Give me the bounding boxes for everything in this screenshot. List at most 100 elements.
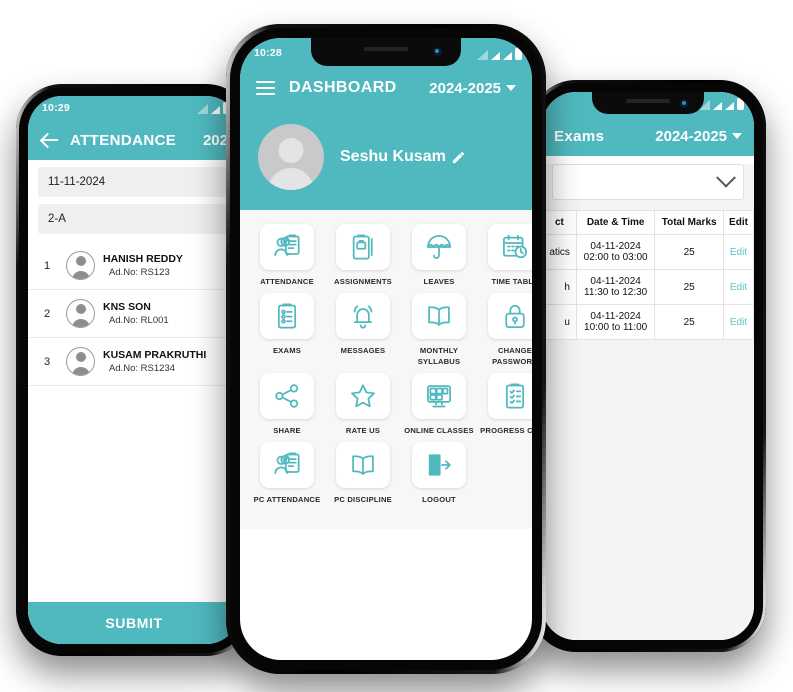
left-year-selector[interactable]: 202: [203, 132, 228, 149]
student-avatar-icon: [66, 347, 95, 376]
chevron-down-icon: [716, 167, 736, 188]
right-app-bar: Exams 2024-2025: [542, 116, 754, 156]
center-phone-notch: [311, 38, 461, 66]
student-admission-no: Ad.No: RL001: [109, 314, 169, 326]
student-row[interactable]: 2 KNS SON Ad.No: RL001: [28, 290, 240, 338]
center-status-icons: [477, 46, 522, 60]
dashboard-tile-logout[interactable]: LOGOUT: [404, 442, 474, 505]
student-row[interactable]: 1 HANISH REDDY Ad.No: RS123: [28, 242, 240, 290]
left-page-title: ATTENDANCE: [70, 131, 177, 149]
camera-icon: [679, 98, 690, 109]
dashboard-tile-share[interactable]: SHARE: [252, 372, 322, 436]
class-field[interactable]: 2-A: [38, 204, 230, 234]
checklist-icon: [260, 293, 314, 340]
table-row: atics 04-11-2024 02:00 to 03:00 25 Edit: [542, 234, 754, 270]
dashboard-tile-pc-discipline[interactable]: PC DISCIPLINE: [328, 442, 398, 505]
exam-datetime: 04-11-2024 11:30 to 12:30: [575, 269, 656, 305]
center-status-time: 10:28: [254, 47, 282, 59]
left-phone-screen: 10:29 ATTENDANCE 202 11-11-2024 2-A 1 HA…: [28, 96, 240, 644]
dashboard-tile-pc-attendance[interactable]: PC ATTENDANCE: [252, 442, 322, 505]
student-list: 1 HANISH REDDY Ad.No: RS123 2 KNS SON Ad.No: …: [28, 242, 240, 386]
dashboard-tile-messages[interactable]: MESSAGES: [328, 293, 398, 367]
table-header-row: ct Date & Time Total Marks Edit: [542, 210, 754, 235]
right-content: ct Date & Time Total Marks Edit atics 04-11-…: [542, 164, 754, 640]
table-header-cell: Edit: [722, 210, 754, 235]
dashboard-tile-label: SHARE: [273, 425, 301, 435]
exam-total-marks: 25: [654, 234, 724, 270]
student-index: 1: [43, 259, 51, 272]
student-name: HANISH REDDY: [103, 253, 183, 266]
profile-row: Seshu Kusam: [240, 110, 532, 210]
date-field[interactable]: 11-11-2024: [38, 167, 230, 197]
dashboard-tile-label: PC ATTENDANCE: [253, 495, 321, 504]
chevron-down-icon: [732, 133, 742, 139]
dashboard-tile-label: MESSAGES: [340, 346, 386, 356]
hamburger-icon[interactable]: [256, 81, 275, 95]
dashboard-tile-change-password[interactable]: CHANGE PASSWORD: [480, 293, 532, 367]
umbrella-icon: [412, 224, 466, 270]
right-year-selector[interactable]: 2024-2025: [655, 128, 742, 145]
student-admission-no: Ad.No: RS123: [109, 266, 170, 278]
signal-icon-2: [211, 106, 220, 114]
attendance-icon: [260, 224, 314, 270]
student-index: 3: [43, 355, 51, 368]
dashboard-tile-attendance[interactable]: ATTENDANCE: [252, 224, 322, 287]
table-row: u 04-11-2024 10:00 to 11:00 25 Edit: [542, 304, 754, 340]
pencil-icon[interactable]: [451, 150, 466, 165]
dashboard-tile-time-table[interactable]: TIME TABLE: [480, 224, 532, 287]
left-status-area: 10:29 ATTENDANCE 202: [28, 96, 240, 160]
battery-icon: [737, 96, 744, 110]
exam-total-marks: 25: [654, 304, 724, 340]
attendance-icon: [260, 442, 314, 488]
profile-name-row: Seshu Kusam: [340, 148, 466, 166]
exam-datetime: 04-11-2024 10:00 to 11:00: [575, 304, 656, 340]
calendar-clock-icon: [488, 224, 532, 270]
star-icon: [336, 372, 390, 419]
avatar[interactable]: [258, 124, 324, 190]
dashboard-tile-assignments[interactable]: ASSIGNMENTS: [328, 224, 398, 287]
right-phone-notch: [592, 92, 704, 114]
dashboard-tile-label: RATE US: [345, 425, 381, 435]
dashboard-tile-rate-us[interactable]: RATE US: [328, 372, 398, 436]
dashboard-tile-label: CHANGE PASSWORD: [492, 346, 532, 366]
center-phone-device: 10:28 DASHBOARD 2024-2025 Seshu Kusam AT…: [226, 24, 546, 674]
left-content: 11-11-2024 2-A 1 HANISH REDDY Ad.No: RS123…: [28, 167, 240, 644]
dashboard-tile-exams[interactable]: EXAMS: [252, 293, 322, 367]
dashboard-tile-leaves[interactable]: LEAVES: [404, 224, 474, 287]
student-row[interactable]: 3 KUSAM PRAKRUTHI Ad.No: RS1234: [28, 338, 240, 386]
book-icon: [412, 293, 466, 340]
chevron-down-icon: [506, 85, 516, 91]
left-status-bar: 10:29: [28, 96, 240, 120]
exam-edit-link[interactable]: Edit: [722, 234, 754, 270]
student-name: KUSAM PRAKRUTHI: [103, 349, 207, 362]
dashboard-tile-label: LOGOUT: [422, 495, 456, 504]
dashboard-tile-label: EXAMS: [272, 346, 301, 356]
logout-icon: [412, 442, 466, 488]
profile-name: Seshu Kusam: [340, 148, 446, 165]
exam-subject: u: [542, 304, 577, 340]
avatar-head: [278, 138, 304, 163]
back-arrow-icon[interactable]: [40, 130, 60, 150]
dashboard-tile-progress-card[interactable]: PROGRESS CARD: [480, 372, 532, 436]
avatar-body: [268, 168, 314, 190]
screenshot-stage: 10:29 ATTENDANCE 202 11-11-2024 2-A 1 HA…: [0, 0, 793, 692]
table-header-cell: ct: [542, 210, 577, 235]
share-icon: [260, 372, 314, 419]
center-year-selector[interactable]: 2024-2025: [429, 80, 516, 97]
signal-icon-3: [503, 52, 512, 60]
signal-icon-2: [713, 102, 722, 110]
exams-table: ct Date & Time Total Marks Edit atics 04-11-…: [542, 210, 754, 340]
submit-button[interactable]: SUBMIT: [28, 602, 240, 644]
right-year-label: 2024-2025: [655, 127, 727, 145]
signal-icon-2: [491, 52, 500, 60]
dashboard-tile-monthly-syllabus[interactable]: MONTHLY SYLLABUS: [404, 293, 474, 367]
exam-total-marks: 25: [654, 269, 724, 305]
bell-icon: [336, 293, 390, 340]
left-app-bar: ATTENDANCE 202: [28, 120, 240, 160]
right-status-icons: [699, 96, 744, 110]
exam-edit-link[interactable]: Edit: [722, 269, 754, 305]
exam-edit-link[interactable]: Edit: [722, 304, 754, 340]
exam-select[interactable]: [552, 164, 744, 200]
speaker-icon: [626, 99, 670, 103]
dashboard-tile-online-classes[interactable]: ONLINE CLASSES: [404, 372, 474, 436]
